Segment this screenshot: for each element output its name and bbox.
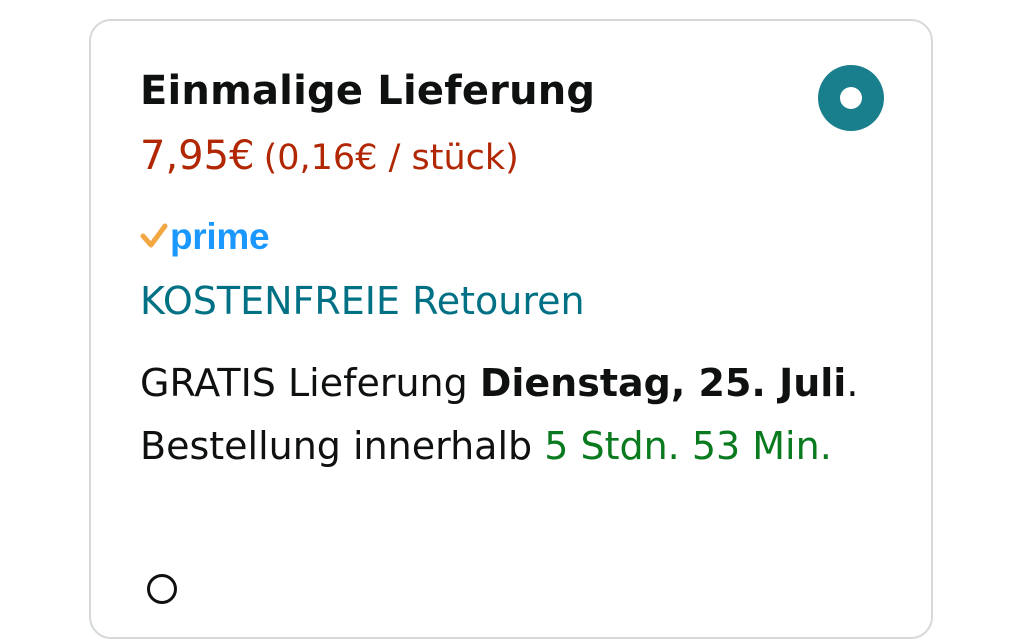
- location-icon: [147, 574, 177, 604]
- delivery-prefix: GRATIS Lieferung: [140, 361, 480, 405]
- unit-price: (0,16€ / stück): [263, 138, 519, 178]
- price-line: 7,95€ (0,16€ / stück): [140, 133, 519, 179]
- delivery-date: Dienstag, 25. Juli: [479, 361, 847, 405]
- option-title: Einmalige Lieferung: [140, 68, 596, 114]
- price: 7,95€: [140, 133, 255, 179]
- free-returns-link[interactable]: KOSTENFREIE Retouren: [140, 279, 585, 323]
- order-countdown: 5 Stdn. 53 Min.: [544, 424, 832, 468]
- prime-label: prime: [170, 216, 270, 257]
- delivery-info: GRATIS Lieferung Dienstag, 25. Juli. Bes…: [140, 352, 860, 478]
- prime-check-icon: [140, 221, 168, 255]
- prime-badge: prime: [140, 215, 270, 259]
- radio-selected-icon[interactable]: [818, 65, 884, 131]
- radio-dot: [840, 87, 862, 109]
